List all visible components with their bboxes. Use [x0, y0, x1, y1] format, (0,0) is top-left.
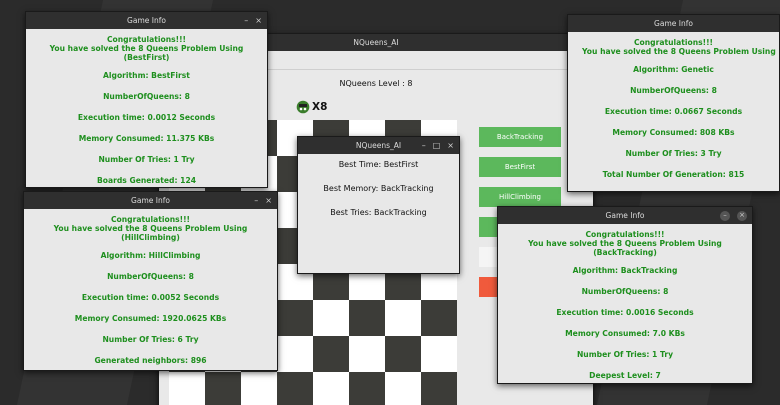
- algorithm-label: Algorithm: BestFirst: [103, 71, 190, 80]
- queen-count: X8: [312, 101, 328, 113]
- game-info-header: Congratulations!!! You have solved the 8…: [26, 35, 267, 62]
- main-window-title: NQueens_AI: [353, 38, 399, 47]
- board-cell[interactable]: [313, 336, 349, 372]
- board-cell[interactable]: [313, 300, 349, 336]
- solved-label: You have solved the 8 Queens Problem Usi…: [49, 44, 244, 62]
- queens-label: NumberOfQueens: 8: [581, 287, 669, 296]
- game-info-window-genetic: Game Info Congratulations!!! You have so…: [567, 14, 780, 192]
- game-info-window-hillclimbing: Game Info – × Congratulations!!! You hav…: [23, 191, 278, 371]
- maximize-icon[interactable]: □: [433, 141, 441, 150]
- tries-label: Number Of Tries: 1 Try: [576, 350, 674, 359]
- board-cell[interactable]: [421, 336, 457, 372]
- minimize-icon[interactable]: –: [254, 196, 258, 205]
- best-tries-label: Best Tries: BackTracking: [330, 208, 427, 217]
- backtracking-button[interactable]: BackTracking: [479, 127, 561, 147]
- extra-stat-label: Deepest Level: 7: [589, 371, 661, 380]
- hillclimbing-button[interactable]: HillClimbing: [479, 187, 561, 207]
- tries-label: Number Of Tries: 6 Try: [102, 335, 199, 344]
- game-info-window-bestfirst: Game Info – × Congratulations!!! You hav…: [25, 11, 268, 188]
- tries-label: Number Of Tries: 3 Try: [625, 149, 722, 158]
- algorithm-label: Algorithm: Genetic: [633, 65, 714, 74]
- stats-window-title: NQueens_AI: [355, 141, 402, 150]
- minimize-icon[interactable]: –: [422, 141, 426, 150]
- stats-body: Best Time: BestFirst Best Memory: BackTr…: [298, 154, 459, 217]
- game-info-titlebar[interactable]: Game Info – ×: [498, 207, 752, 224]
- minimize-icon[interactable]: –: [720, 210, 730, 221]
- game-info-header: Congratulations!!! You have solved the 8…: [568, 38, 779, 56]
- game-info-header: Congratulations!!! You have solved the 8…: [24, 215, 277, 242]
- algorithm-label: Algorithm: HillClimbing: [100, 251, 201, 260]
- game-info-title: Game Info: [131, 196, 170, 205]
- board-cell[interactable]: [205, 372, 241, 405]
- board-cell[interactable]: [277, 372, 313, 405]
- board-cell[interactable]: [169, 372, 205, 405]
- memory-label: Memory Consumed: 11.375 KBs: [78, 134, 215, 143]
- solved-label: You have solved the 8 Queens Problem Usi…: [528, 239, 722, 257]
- tries-label: Number Of Tries: 1 Try: [98, 155, 195, 164]
- game-info-title: Game Info: [654, 19, 693, 28]
- board-cell[interactable]: [385, 336, 421, 372]
- memory-label: Memory Consumed: 7.0 KBs: [565, 329, 685, 338]
- queens-label: NumberOfQueens: 8: [103, 92, 190, 101]
- board-cell[interactable]: [349, 336, 385, 372]
- execution-time-label: Execution time: 0.0012 Seconds: [77, 113, 216, 122]
- extra-stat-label: Total Number Of Generation: 815: [602, 170, 745, 179]
- algorithm-label: Algorithm: BackTracking: [572, 266, 678, 275]
- board-cell[interactable]: [241, 372, 277, 405]
- board-cell[interactable]: [277, 300, 313, 336]
- game-info-body: Congratulations!!! You have solved the 8…: [24, 209, 277, 365]
- stats-window-titlebar[interactable]: NQueens_AI – □ ×: [298, 137, 459, 154]
- board-cell[interactable]: [385, 300, 421, 336]
- extra-stat-label: Generated neighbors: 896: [94, 356, 207, 365]
- solved-label: You have solved the 8 Queens Problem Usi…: [582, 47, 779, 56]
- board-cell[interactable]: [313, 372, 349, 405]
- best-time-label: Best Time: BestFirst: [338, 160, 419, 169]
- memory-label: Memory Consumed: 808 KBs: [612, 128, 735, 137]
- congrats-label: Congratulations!!!: [106, 35, 187, 44]
- game-info-body: Congratulations!!! You have solved the 8…: [26, 29, 267, 185]
- congrats-label: Congratulations!!!: [633, 38, 714, 47]
- best-memory-label: Best Memory: BackTracking: [323, 184, 434, 193]
- congrats-label: Congratulations!!!: [585, 230, 665, 239]
- game-info-title: Game Info: [605, 211, 645, 220]
- close-icon[interactable]: ×: [447, 141, 454, 150]
- bestfirst-button[interactable]: BestFirst: [479, 157, 561, 177]
- queen-icon: [296, 100, 310, 114]
- game-info-title: Game Info: [127, 16, 166, 25]
- execution-time-label: Execution time: 0.0052 Seconds: [81, 293, 220, 302]
- game-info-body: Congratulations!!! You have solved the 8…: [498, 224, 752, 380]
- board-cell[interactable]: [277, 336, 313, 372]
- board-cell[interactable]: [349, 372, 385, 405]
- stats-window: NQueens_AI – □ × Best Time: BestFirst Be…: [297, 136, 460, 274]
- game-info-titlebar[interactable]: Game Info: [568, 15, 779, 32]
- close-icon[interactable]: ×: [255, 16, 262, 25]
- game-info-body: Congratulations!!! You have solved the 8…: [568, 32, 779, 179]
- queens-label: NumberOfQueens: 8: [107, 272, 194, 281]
- close-icon[interactable]: ×: [265, 196, 272, 205]
- board-cell[interactable]: [385, 372, 421, 405]
- game-info-titlebar[interactable]: Game Info – ×: [26, 12, 267, 29]
- game-info-header: Congratulations!!! You have solved the 8…: [498, 230, 752, 257]
- board-cell[interactable]: [421, 300, 457, 336]
- queens-label: NumberOfQueens: 8: [630, 86, 717, 95]
- close-icon[interactable]: ×: [737, 210, 747, 221]
- extra-stat-label: Boards Generated: 124: [96, 176, 197, 185]
- board-cell[interactable]: [349, 300, 385, 336]
- execution-time-label: Execution time: 0.0667 Seconds: [604, 107, 743, 116]
- solved-label: You have solved the 8 Queens Problem Usi…: [53, 224, 248, 242]
- board-cell[interactable]: [421, 372, 457, 405]
- game-info-titlebar[interactable]: Game Info – ×: [24, 192, 277, 209]
- execution-time-label: Execution time: 0.0016 Seconds: [556, 308, 694, 317]
- congrats-label: Congratulations!!!: [110, 215, 191, 224]
- minimize-icon[interactable]: –: [244, 16, 248, 25]
- game-info-window-backtracking: Game Info – × Congratulations!!! You hav…: [497, 206, 753, 384]
- memory-label: Memory Consumed: 1920.0625 KBs: [74, 314, 227, 323]
